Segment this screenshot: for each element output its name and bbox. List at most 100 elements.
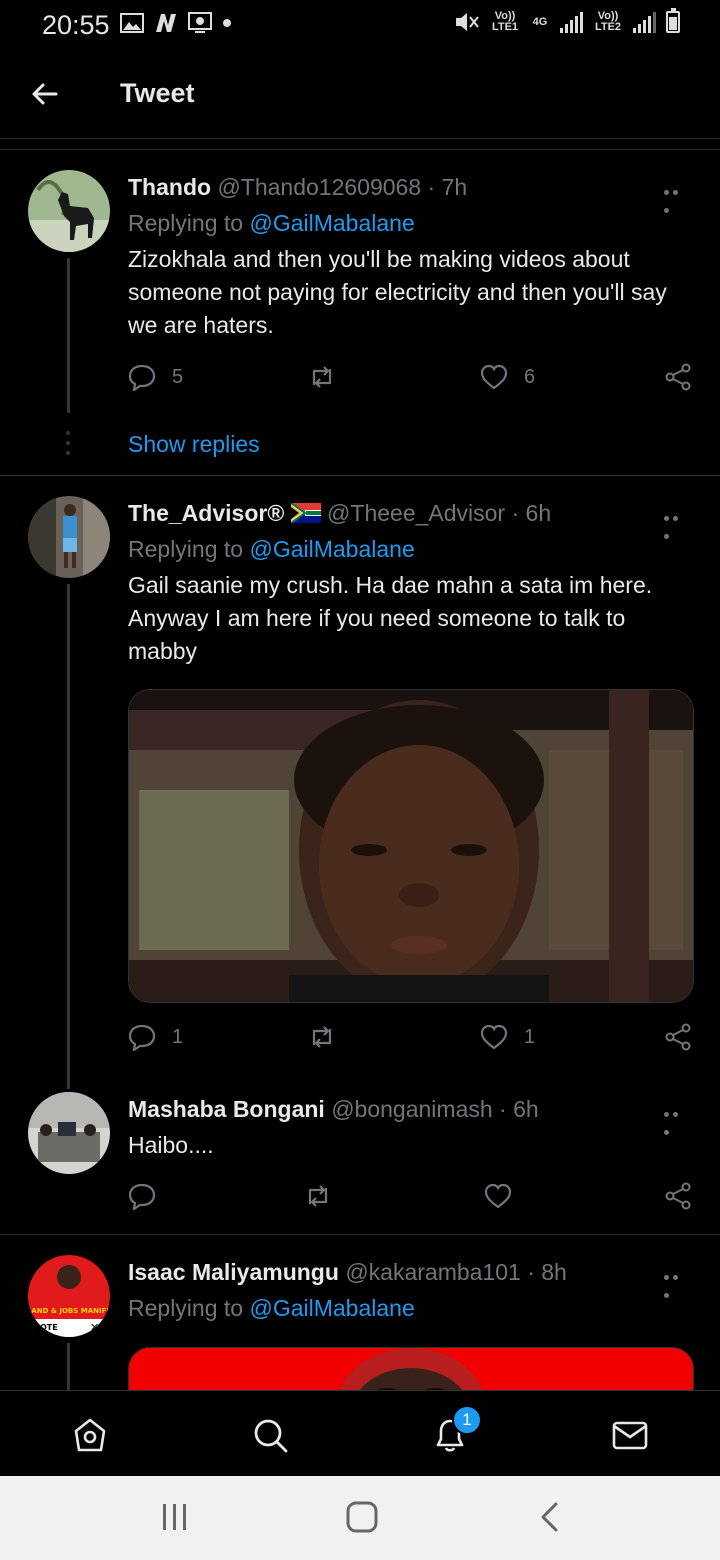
share-button[interactable] [664,363,692,391]
avatar-vote-text: OTE [40,1323,58,1332]
handle-time: @Theee_Advisor · 6h [327,500,552,526]
tweet-actions: 1 1 [128,1023,693,1053]
status-time: 20:55 [42,10,110,40]
status-notification-icons [120,12,232,34]
retweet-icon [312,366,332,388]
avatar[interactable] [28,1092,110,1174]
handle-time: @kakaramba101 · 8h [345,1259,567,1285]
signal-bars-icon [560,11,583,33]
avatar[interactable] [28,170,110,252]
notifications-badge: 1 [452,1405,482,1435]
back-button-icon[interactable] [536,1500,562,1534]
retweet-button[interactable] [308,363,352,391]
more-options-icon[interactable] [664,1267,690,1298]
mention-link[interactable]: @GailMabalane [249,536,414,562]
heart-icon [480,1024,508,1050]
tweet-card[interactable]: LAND & JOBS MANIFE OTE ✕ Isaac Maliyamun… [0,1235,720,1390]
avatar-caption: LAND & JOBS MANIFE [28,1307,110,1315]
status-bar: 20:55 Vo)) LTE1 4G Vo)) LTE2 [0,0,720,54]
gallery-icon [120,13,144,33]
handle-time: @Thando12609068 · 7h [217,174,468,200]
man-standing-avatar-image [28,496,110,578]
dot-icon [223,19,231,27]
replying-to: Replying to @GailMabalane [128,536,415,563]
mute-icon [456,13,479,31]
like-button[interactable]: 1 [480,1023,535,1051]
reply-button[interactable] [128,1182,172,1210]
retweet-icon [312,1026,332,1048]
tweet-card[interactable]: Mashaba Bongani @bonganimash · 6h Haibo.… [0,1076,720,1234]
heart-icon [480,364,508,390]
reply-count: 5 [172,365,184,388]
like-count: 1 [524,1025,536,1048]
avatar[interactable]: LAND & JOBS MANIFE OTE ✕ [28,1255,110,1337]
replying-to: Replying to @GailMabalane [128,1295,415,1322]
thread-line [67,584,70,1089]
mail-icon[interactable] [610,1415,650,1455]
share-button[interactable] [664,1182,692,1210]
recent-apps-icon[interactable] [160,1500,190,1534]
home-button-icon[interactable] [345,1500,379,1534]
tweet-header: Thando @Thando12609068 · 7h [128,174,467,201]
display-name[interactable]: The_Advisor® [128,500,284,526]
like-button[interactable] [484,1182,528,1210]
like-button[interactable]: 6 [480,363,535,391]
tweet-actions [128,1182,693,1212]
display-name[interactable]: Mashaba Bongani [128,1096,325,1122]
mention-link[interactable]: @GailMabalane [249,1295,414,1321]
page-title: Tweet [120,78,195,108]
heart-icon [484,1183,512,1209]
more-options-icon[interactable] [664,508,690,539]
tweet-card[interactable]: The_Advisor® @Theee_Advisor · 6h Replyin… [0,476,720,1089]
share-icon [665,363,691,391]
screen-record-icon [188,12,212,33]
signal-bars-2-icon [633,11,656,33]
display-name[interactable]: Isaac Maliyamungu [128,1259,339,1285]
n-app-icon [156,14,176,32]
svg-text:✕: ✕ [90,1321,99,1334]
south-africa-flag-icon [290,502,321,524]
handle-time: @bonganimash · 6h [331,1096,539,1122]
thread-line [67,258,70,413]
child-face-photo [129,690,693,1002]
horse-avatar-image [28,170,110,252]
home-icon[interactable] [70,1415,110,1455]
app-header: Tweet [0,54,720,139]
reply-icon [128,1024,156,1051]
tweet-header: Mashaba Bongani @bonganimash · 6h [128,1096,539,1123]
tweet-media-image[interactable] [128,689,694,1003]
replying-to: Replying to @GailMabalane [128,210,415,237]
tweet-header: The_Advisor® @Theee_Advisor · 6h [128,500,551,527]
retweet-button[interactable] [304,1182,348,1210]
mention-link[interactable]: @GailMabalane [249,210,414,236]
replying-prefix: Replying to [128,210,250,236]
sim2-label: Vo)) LTE2 [594,10,622,33]
reply-button[interactable]: 5 [128,363,183,391]
more-options-icon[interactable] [664,182,690,213]
tweet-card[interactable]: Thando @Thando12609068 · 7h Replying to … [0,150,720,475]
thread-line [67,1343,70,1390]
show-replies-link[interactable]: Show replies [128,431,260,458]
like-count: 6 [524,365,536,388]
retweet-icon [308,1185,328,1207]
more-options-icon[interactable] [664,1104,690,1135]
reply-icon [128,1183,156,1210]
replying-prefix: Replying to [128,1295,250,1321]
avatar[interactable] [28,496,110,578]
share-button[interactable] [664,1023,692,1051]
tweet-header: Isaac Maliyamungu @kakaramba101 · 8h [128,1259,567,1286]
status-system-icons: Vo)) LTE1 4G Vo)) LTE2 [454,8,680,34]
share-icon [665,1023,691,1051]
reply-button[interactable]: 1 [128,1023,183,1051]
office-avatar-image [28,1092,110,1174]
search-icon[interactable] [250,1415,290,1455]
display-name[interactable]: Thando [128,174,211,200]
tweet-text: Gail saanie my crush. Ha dae mahn a sata… [128,572,653,664]
tweet-actions: 5 6 [128,363,693,393]
back-arrow-icon[interactable] [28,78,60,110]
retweet-button[interactable] [308,1023,352,1051]
reply-icon [128,364,156,391]
thread-dots [66,431,70,461]
share-icon [665,1182,691,1210]
tweet-media-image[interactable] [128,1347,694,1390]
